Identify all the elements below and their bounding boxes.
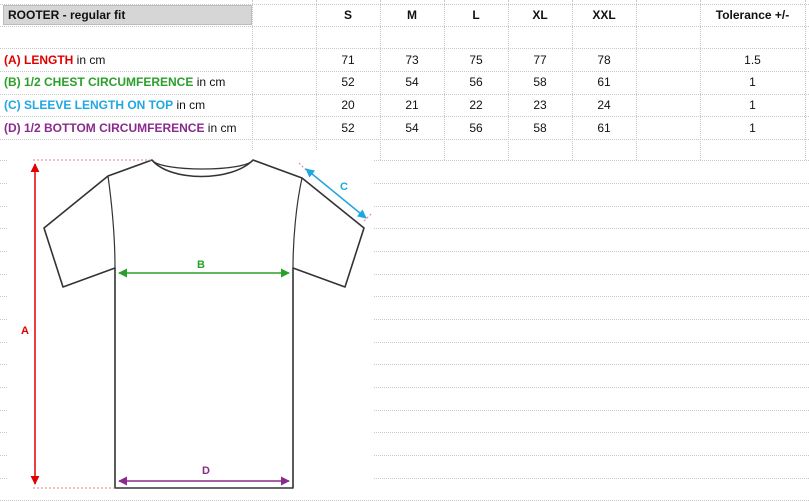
column-header-xxl: XXL: [592, 8, 616, 22]
cell-chest-xl: 58: [533, 75, 547, 89]
cell-bottom-s: 52: [341, 121, 355, 135]
table-title: ROOTER - regular fit: [3, 5, 252, 25]
column-header-l: L: [472, 8, 480, 22]
measure-label-d: D: [202, 465, 210, 477]
cell-length-m: 73: [405, 53, 419, 67]
cell-chest-m: 54: [405, 75, 419, 89]
row-label-sleeve: (C) SLEEVE LENGTH ON TOP in cm: [4, 98, 206, 112]
tshirt-diagram: A B C D: [8, 150, 374, 490]
cell-chest-l: 56: [469, 75, 483, 89]
measure-label-b: B: [197, 259, 205, 271]
cell-bottom-l: 56: [469, 121, 483, 135]
cell-sleeve-xl: 23: [533, 98, 547, 112]
measure-label-c: C: [340, 181, 348, 193]
cell-bottom-tolerance: 1: [749, 121, 756, 135]
column-header-tolerance: Tolerance +/-: [715, 8, 790, 22]
cell-length-l: 75: [469, 53, 483, 67]
cell-bottom-xl: 58: [533, 121, 547, 135]
cell-length-xxl: 78: [597, 53, 611, 67]
cell-sleeve-tolerance: 1: [749, 98, 756, 112]
column-header-xl: XL: [532, 8, 548, 22]
cell-bottom-m: 54: [405, 121, 419, 135]
measure-label-a: A: [21, 325, 29, 337]
cell-bottom-xxl: 61: [597, 121, 611, 135]
cell-length-xl: 77: [533, 53, 547, 67]
column-header-m: M: [407, 8, 417, 22]
cell-sleeve-l: 22: [469, 98, 483, 112]
cell-sleeve-xxl: 24: [597, 98, 611, 112]
cell-sleeve-m: 21: [405, 98, 419, 112]
row-label-bottom: (D) 1/2 BOTTOM CIRCUMFERENCE in cm: [4, 121, 237, 135]
cell-sleeve-s: 20: [341, 98, 355, 112]
cell-chest-xxl: 61: [597, 75, 611, 89]
cell-length-s: 71: [341, 53, 355, 67]
row-label-length: (A) LENGTH in cm: [4, 53, 106, 67]
column-header-s: S: [343, 8, 352, 22]
cell-chest-s: 52: [341, 75, 355, 89]
cell-length-tolerance: 1.5: [744, 53, 761, 67]
cell-chest-tolerance: 1: [749, 75, 756, 89]
row-label-chest: (B) 1/2 CHEST CIRCUMFERENCE in cm: [4, 75, 226, 89]
